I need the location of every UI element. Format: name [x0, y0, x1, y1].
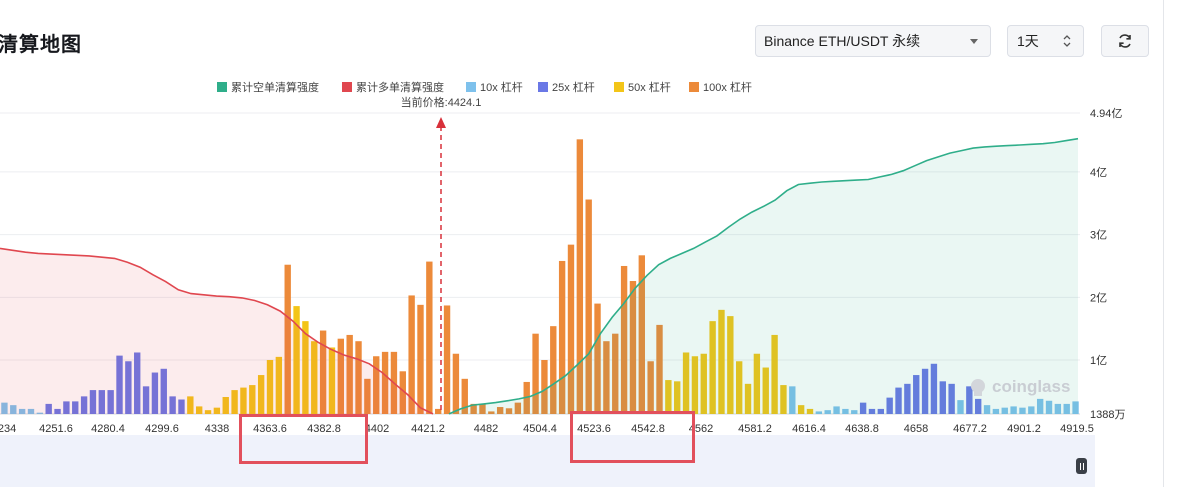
- navigator-handle[interactable]: [1076, 458, 1087, 474]
- x-tick-label: 4677.2: [953, 423, 987, 435]
- x-tick-label: 4482: [474, 423, 498, 435]
- page-scrollbar[interactable]: [1163, 0, 1164, 487]
- x-tick-label: 4338: [205, 423, 229, 435]
- legend-label: 10x 杠杆: [480, 80, 523, 94]
- bar-100x-leverage: [452, 353, 460, 414]
- legend-swatch: [342, 82, 352, 92]
- bar-100x-leverage: [417, 304, 424, 414]
- x-tick-label: 4402: [365, 423, 389, 435]
- legend-swatch: [538, 82, 548, 92]
- coinglass-logo-icon: [971, 379, 985, 396]
- x-tick-label: 4421.2: [411, 423, 445, 435]
- current-price-arrow-icon: [436, 117, 446, 128]
- legend-label: 累计空单清算强度: [231, 80, 319, 94]
- highlight-box-right: [570, 411, 695, 463]
- legend-swatch: [689, 82, 699, 92]
- watermark-logo: coinglass: [968, 377, 1070, 397]
- x-tick-label: 4251.6: [39, 423, 73, 435]
- y-tick-label: 1亿: [1090, 354, 1107, 367]
- legend-label: 50x 杠杆: [628, 80, 671, 94]
- watermark-text: coinglass: [992, 377, 1071, 396]
- cum-long-area: [0, 248, 433, 414]
- x-tick-label: 4919.5: [1060, 423, 1094, 435]
- x-tick-label: 4616.4: [792, 423, 826, 435]
- x-tick-label: 4638.8: [845, 423, 879, 435]
- legend-swatch: [466, 82, 476, 92]
- x-tick-label: 4581.2: [738, 423, 772, 435]
- liquidation-map-chart: 1388万 1亿 2亿 3亿 4亿 4.94亿 当前价格:4424.1 累计空单清算强度 累计多…: [0, 80, 1125, 435]
- x-tick-label: 4234: [0, 423, 16, 435]
- range-navigator[interactable]: [0, 435, 1095, 487]
- bar-100x-leverage: [443, 305, 451, 414]
- y-tick-label: 1388万: [1090, 409, 1125, 421]
- y-tick-label: 4亿: [1090, 166, 1107, 179]
- legend-label: 累计多单清算强度: [356, 80, 444, 94]
- highlight-box-left: [239, 414, 368, 464]
- x-tick-label: 4280.4: [91, 423, 125, 435]
- current-price-label: 当前价格:4424.1: [401, 95, 482, 109]
- y-tick-label: 4.94亿: [1090, 107, 1122, 120]
- bar-100x-leverage: [426, 261, 433, 414]
- x-tick-label: 4901.2: [1007, 423, 1041, 435]
- x-tick-label: 4658: [904, 423, 928, 435]
- x-tick-label: 4299.6: [145, 423, 179, 435]
- legend-label: 25x 杠杆: [552, 80, 595, 94]
- legend-swatch: [614, 82, 624, 92]
- x-tick-label: 4504.4: [523, 423, 557, 435]
- legend-label: 100x 杠杆: [703, 80, 752, 94]
- legend-swatch: [217, 82, 227, 92]
- y-tick-label: 3亿: [1090, 229, 1107, 242]
- y-tick-label: 2亿: [1090, 291, 1107, 304]
